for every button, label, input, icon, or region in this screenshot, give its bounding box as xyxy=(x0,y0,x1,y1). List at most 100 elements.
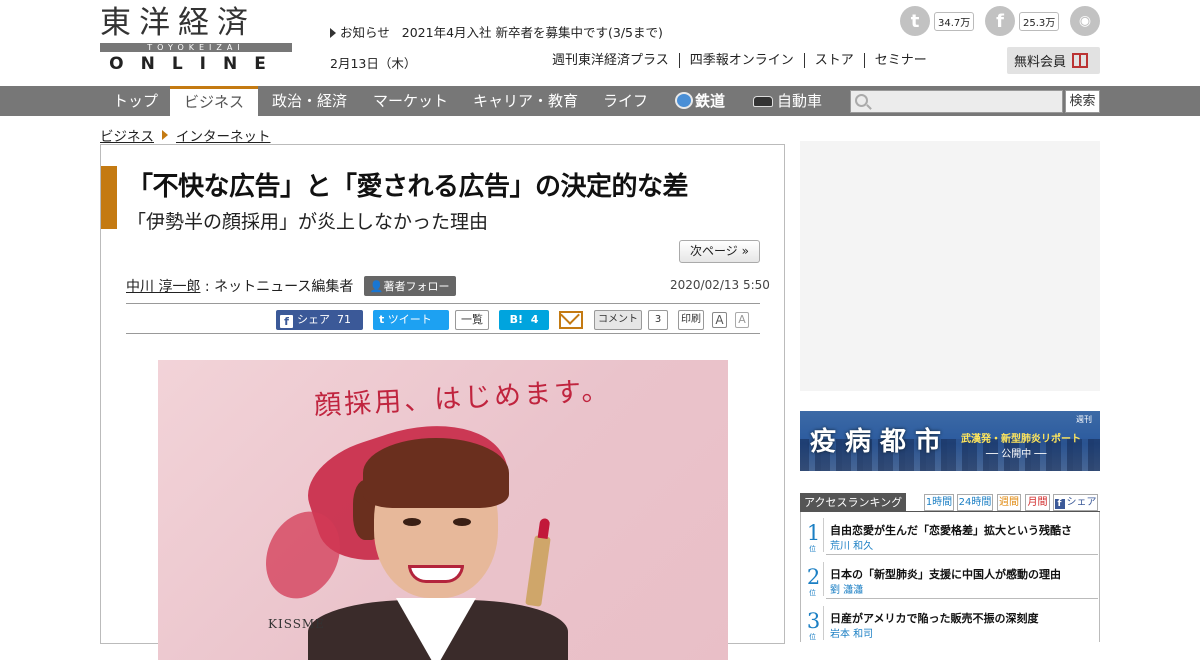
twitter-icon: t xyxy=(379,313,385,326)
author-role: : ネットニュース編集者 xyxy=(200,279,354,295)
feature-banner[interactable]: 疫病都市 武漢発・新型肺炎リポート ── 公開中 ── 週刊 xyxy=(800,411,1100,471)
rank-number: 3 xyxy=(806,609,821,633)
rss-link[interactable]: ◉ xyxy=(1070,6,1100,36)
comment-button[interactable]: コメント xyxy=(594,310,642,330)
facebook-share-count: 71 xyxy=(337,313,351,326)
hatena-icon: B! xyxy=(509,313,524,326)
rank-author[interactable]: 岩本 和司 xyxy=(830,625,873,640)
railway-icon xyxy=(675,92,693,109)
rank-title[interactable]: 日本の「新型肺炎」支援に中国人が感動の理由 xyxy=(830,566,1061,582)
advertisement-slot[interactable] xyxy=(800,141,1100,391)
subnav-shikiho[interactable]: 四季報オンライン xyxy=(678,53,804,68)
font-size-large-button[interactable]: A xyxy=(712,312,727,328)
notice-text[interactable]: 2021年4月入社 新卒者を募集中です(3/5まで) xyxy=(402,25,663,40)
twitter-follow[interactable]: t 34.7万 xyxy=(900,6,975,36)
divider xyxy=(126,303,760,304)
nav-automobile[interactable]: 自動車 xyxy=(753,86,822,116)
print-button[interactable]: 印刷 xyxy=(678,310,704,330)
tweet-button[interactable]: t ツイート xyxy=(373,310,449,330)
current-date: 2月13日（木） xyxy=(330,56,417,71)
site-logo[interactable]: 東洋経済 TOYOKEIZAI ONLINE xyxy=(100,5,292,74)
next-page-button[interactable]: 次ページ » xyxy=(679,240,760,263)
ranking-item[interactable]: 2 位 日本の「新型肺炎」支援に中国人が感動の理由 劉 瀟瀟 xyxy=(801,556,1099,599)
facebook-follow[interactable]: f 25.3万 xyxy=(985,6,1060,36)
rank-number: 1 xyxy=(806,521,821,545)
rank-title[interactable]: 自由恋愛が生んだ「恋愛格差」拡大という残酷さ xyxy=(830,522,1072,538)
notice[interactable]: お知らせ 2021年4月入社 新卒者を募集中です(3/5まで) xyxy=(330,22,663,41)
ranking-tab-weekly[interactable]: 週間 xyxy=(997,494,1021,511)
logo-online: ONLINE xyxy=(109,54,283,74)
mail-icon[interactable] xyxy=(559,311,583,329)
subnav-seminar[interactable]: セミナー xyxy=(863,53,937,68)
search-input[interactable] xyxy=(850,90,1063,113)
car-icon xyxy=(753,96,773,107)
ranking-item[interactable]: 3 位 日産がアメリカで陥った販売不振の深刻度 岩本 和司 xyxy=(801,600,1099,642)
subnav-weekly-plus[interactable]: 週刊東洋経済プラス xyxy=(552,53,679,68)
brand-logo: KISSME xyxy=(268,617,325,631)
model-eye xyxy=(403,518,421,526)
tweet-list-link[interactable]: 一覧 xyxy=(455,310,489,330)
divider xyxy=(126,333,760,334)
ranking-item[interactable]: 1 位 自由恋愛が生んだ「恋愛格差」拡大という残酷さ 荒川 和久 xyxy=(801,512,1099,555)
title-accent-bar xyxy=(101,166,117,229)
author-name[interactable]: 中川 淳一郎 xyxy=(126,279,200,295)
rank-author[interactable]: 劉 瀟瀟 xyxy=(830,581,863,596)
facebook-share-label: シェア xyxy=(297,313,330,326)
twitter-icon[interactable]: t xyxy=(900,6,930,36)
facebook-icon[interactable]: f xyxy=(985,6,1015,36)
ranking-tab-24hours[interactable]: 24時間 xyxy=(957,494,993,511)
site-header: 東洋経済 TOYOKEIZAI ONLINE お知らせ 2021年4月入社 新卒者… xyxy=(0,0,1200,86)
article-subtitle: 「伊勢半の顔採用」が炎上しなかった理由 xyxy=(127,211,489,233)
hatena-bookmark-button[interactable]: B! 4 xyxy=(499,310,549,330)
nav-career-education[interactable]: キャリア・教育 xyxy=(473,86,578,116)
facebook-share-button[interactable]: f シェア 71 xyxy=(276,310,363,330)
follow-label: 著者フォロー xyxy=(383,280,450,293)
facebook-icon: f xyxy=(280,315,293,328)
nav-business[interactable]: ビジネス xyxy=(170,86,258,116)
hero-caption: 顔採用、はじめます。 xyxy=(313,375,613,422)
banner-status: ── 公開中 ── xyxy=(986,449,1047,460)
notice-label: お知らせ xyxy=(340,25,390,40)
triangle-icon xyxy=(330,28,336,38)
publish-date: 2020/02/13 5:50 xyxy=(670,278,770,292)
rss-icon[interactable]: ◉ xyxy=(1070,6,1100,36)
tweet-label: ツイート xyxy=(387,313,432,326)
ranking-tab-monthly[interactable]: 月間 xyxy=(1025,494,1050,511)
search-icon xyxy=(855,94,868,107)
sub-navigation: 週刊東洋経済プラス 四季報オンライン ストア セミナー xyxy=(552,53,937,68)
subnav-store[interactable]: ストア xyxy=(803,53,864,68)
twitter-count: 34.7万 xyxy=(934,11,975,31)
author-line: 中川 淳一郎 : ネットニュース編集者 👤著者フォロー xyxy=(126,276,456,296)
hatena-count: 4 xyxy=(530,313,539,326)
nav-politics-economy[interactable]: 政治・経済 xyxy=(272,86,347,116)
banner-publisher: 週刊 xyxy=(1076,415,1092,424)
breadcrumb-business[interactable]: ビジネス xyxy=(100,125,154,145)
breadcrumb: ビジネス インターネット xyxy=(100,125,271,145)
font-size-small-button[interactable]: A xyxy=(735,312,749,328)
article-title: 「不快な広告」と「愛される広告」の決定的な差 xyxy=(127,172,689,202)
banner-title: 疫病都市 xyxy=(810,427,951,457)
logo-roman: TOYOKEIZAI xyxy=(147,43,245,52)
gift-icon xyxy=(1072,53,1089,68)
nav-market[interactable]: マーケット xyxy=(373,86,448,116)
rank-number: 2 xyxy=(806,565,821,589)
rank-suffix: 位 xyxy=(809,545,816,553)
ranking-tab-1hour[interactable]: 1時間 xyxy=(924,494,954,511)
breadcrumb-separator-icon xyxy=(162,130,168,140)
comment-count: 3 xyxy=(648,310,668,330)
nav-life[interactable]: ライフ xyxy=(603,86,648,116)
facebook-count: 25.3万 xyxy=(1019,11,1060,31)
search-button[interactable]: 検索 xyxy=(1065,90,1100,113)
ranking-tab-share[interactable]: f シェア xyxy=(1053,494,1098,511)
nav-railway[interactable]: 鉄道 xyxy=(675,86,725,116)
nav-top[interactable]: トップ xyxy=(113,86,158,116)
free-member-button[interactable]: 無料会員 xyxy=(1007,47,1100,74)
rank-author[interactable]: 荒川 和久 xyxy=(830,537,873,552)
breadcrumb-internet[interactable]: インターネット xyxy=(176,125,271,145)
ranking-tab-share-label: シェア xyxy=(1066,497,1097,508)
model-eye xyxy=(453,518,471,526)
logo-kanji: 東洋経済 xyxy=(100,5,256,41)
rank-suffix: 位 xyxy=(809,633,816,641)
rank-title[interactable]: 日産がアメリカで陥った販売不振の深刻度 xyxy=(830,610,1038,626)
follow-author-button[interactable]: 👤著者フォロー xyxy=(363,276,456,296)
